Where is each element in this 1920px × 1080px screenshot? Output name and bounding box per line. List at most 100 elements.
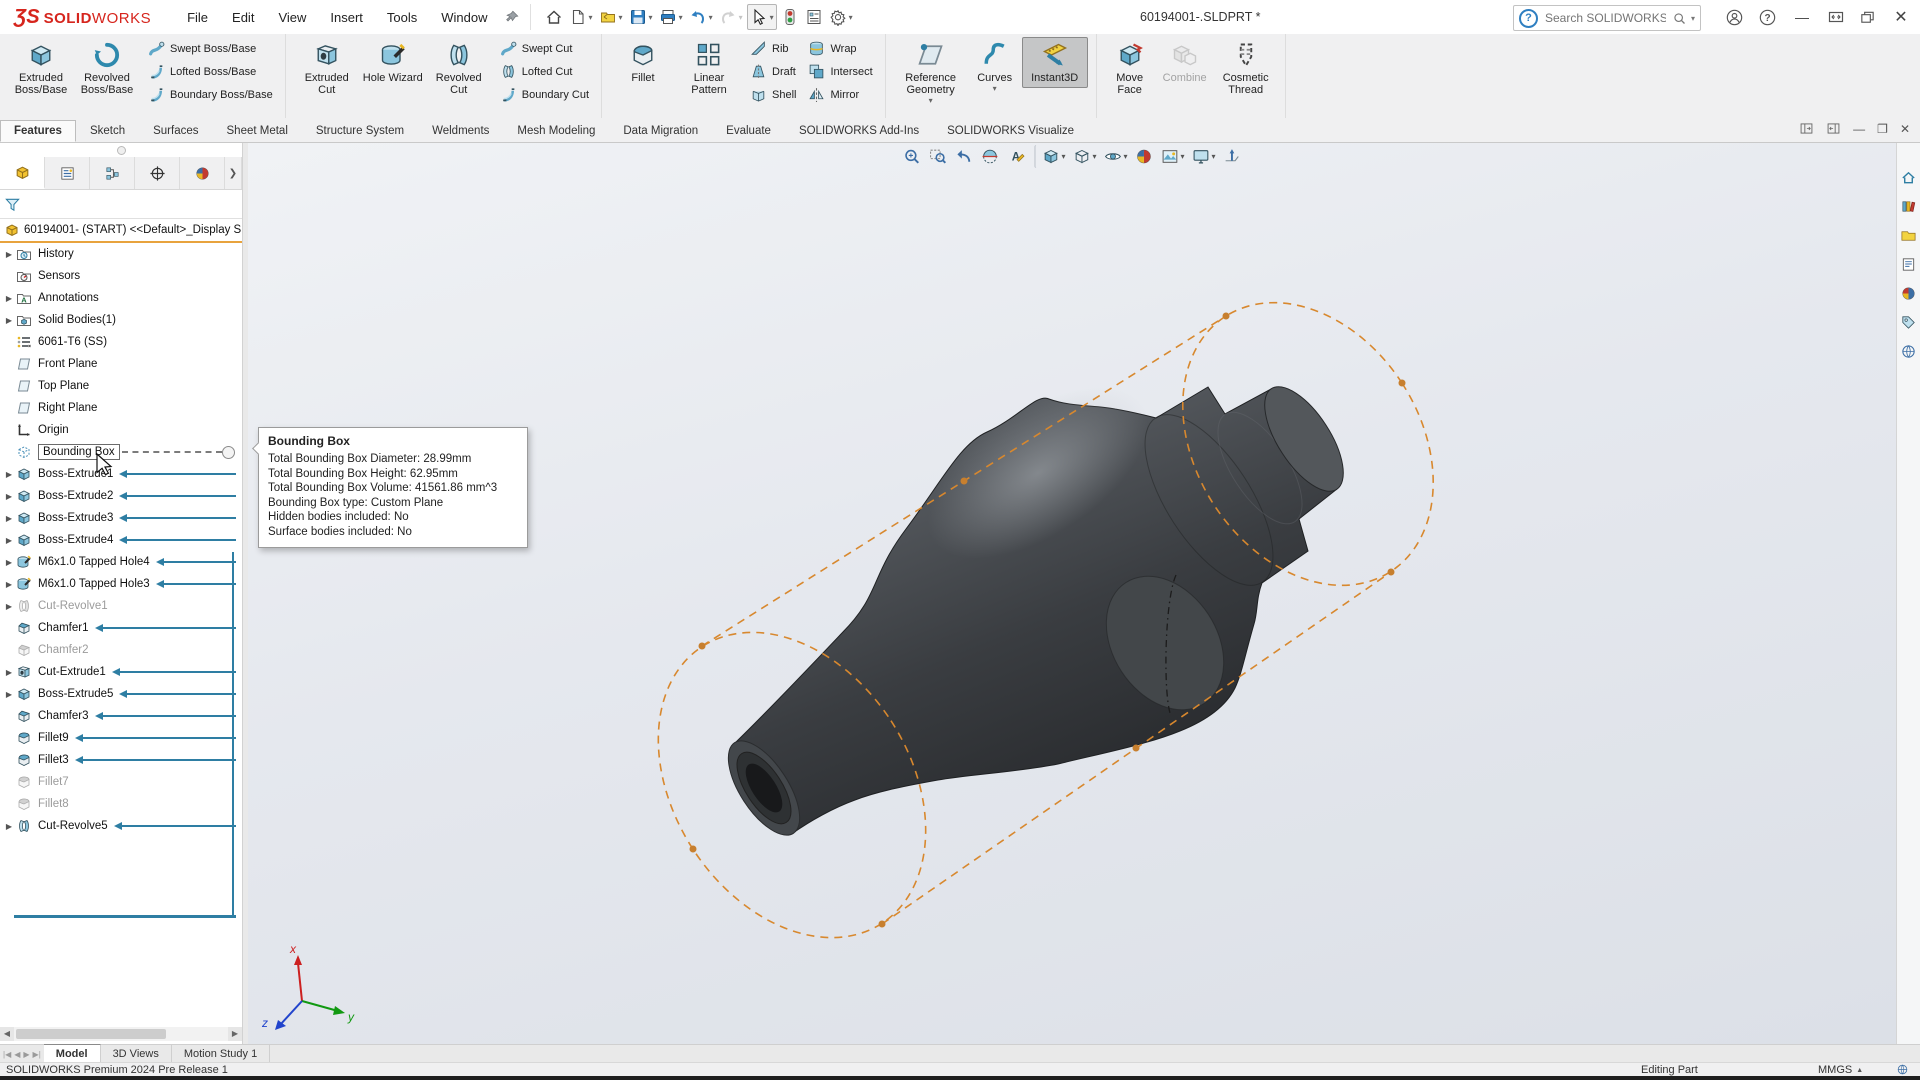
expand-arrow-icon[interactable]: ▶ [2,294,16,303]
open-button[interactable]: ▾ [597,5,625,29]
previous-view-button[interactable]: ▾ [951,145,976,168]
doc-tab-3d-views[interactable]: 3D Views [101,1045,172,1063]
display-style-button[interactable]: ▾ [1069,145,1099,168]
view-orientation-button[interactable]: ▾ [1034,145,1068,168]
expand-arrow-icon[interactable]: ▶ [2,668,16,677]
tree-item-top-plane[interactable]: ▶ Top Plane [0,375,242,397]
panel-tabs-overflow-chevron[interactable]: ❯ [225,157,242,189]
home-button[interactable] [543,5,565,29]
tree-item-front-plane[interactable]: ▶ Front Plane [0,353,242,375]
wrap-button[interactable]: Wrap [804,37,876,60]
zoom-to-area-button[interactable]: ▾ [925,145,950,168]
zoom-to-fit-button[interactable]: ▾ [899,145,924,168]
minimize-button[interactable]: — [1791,9,1813,25]
panel-horizontal-scrollbar[interactable]: ◀ ▶ [0,1027,242,1041]
dock-commandmanager-icon[interactable] [1799,121,1814,136]
property-manager-tab[interactable] [45,157,90,189]
appearances-scenes-icon[interactable] [1900,285,1917,302]
tree-item-cut-revolve5[interactable]: ▶ Cut-Revolve5 [0,815,242,837]
lofted-boss-base-button[interactable]: Lofted Boss/Base [144,60,277,83]
menu-insert[interactable]: Insert [318,4,375,31]
tab-sheet-metal[interactable]: Sheet Metal [213,120,302,142]
tree-item-history[interactable]: ▶ History [0,243,242,265]
move-face-button[interactable]: Move Face [1105,37,1155,100]
file-explorer-icon[interactable] [1900,227,1917,244]
tree-item-solid-bodies[interactable]: ▶ Solid Bodies(1) [0,309,242,331]
tab-surfaces[interactable]: Surfaces [139,120,212,142]
swept-boss-base-button[interactable]: Swept Boss/Base [144,37,277,60]
save-button[interactable]: ▾ [627,5,655,29]
span-displays-button[interactable] [1827,8,1845,26]
configuration-manager-tab[interactable] [90,157,135,189]
expand-arrow-icon[interactable]: ▶ [2,536,16,545]
tab-sketch[interactable]: Sketch [76,120,139,142]
menu-tools[interactable]: Tools [375,4,429,31]
tree-item-fillet3[interactable]: ▶ Fillet3 [0,749,242,771]
search-icon[interactable] [1672,11,1687,26]
file-properties-button[interactable] [803,5,825,29]
expand-arrow-icon[interactable]: ▶ [2,690,16,699]
doc-tab-model[interactable]: Model [44,1044,101,1063]
tree-item-fillet7[interactable]: ▶ Fillet7 [0,771,242,793]
tab-weldments[interactable]: Weldments [418,120,503,142]
tree-item-chamfer2[interactable]: ▶ Chamfer2 [0,639,242,661]
tree-item-boss-extrude4[interactable]: ▶ Boss-Extrude4 [0,529,242,551]
scroll-right-arrow[interactable]: ▶ [228,1027,242,1041]
search-input[interactable] [1543,10,1668,26]
next-tab-button[interactable]: ▶ [23,1050,29,1059]
document-restore-icon[interactable]: ❐ [1877,122,1888,136]
tab-mesh-modeling[interactable]: Mesh Modeling [503,120,609,142]
tree-item-cut-revolve1[interactable]: ▶ Cut-Revolve1 [0,595,242,617]
tree-filter-input[interactable] [21,194,238,214]
hole-wizard-button[interactable]: Hole Wizard [360,37,426,88]
fillet-button[interactable]: Fillet [610,37,676,88]
expand-arrow-icon[interactable]: ▶ [2,602,16,611]
design-library-icon[interactable] [1900,198,1917,215]
apply-scene-button[interactable]: ▾ [1158,145,1188,168]
expand-arrow-icon[interactable]: ▶ [2,580,16,589]
tree-root-item[interactable]: 60194001- (START) <<Default>_Display S [0,219,242,243]
revolved-cut-button[interactable]: Revolved Cut [426,37,492,100]
mirror-button[interactable]: Mirror [804,83,876,106]
help-menu-icon[interactable] [1758,8,1777,27]
freeze-bar[interactable] [14,915,236,918]
intersect-button[interactable]: Intersect [804,60,876,83]
instant3d-button[interactable]: Instant3D [1022,37,1088,88]
document-close-icon[interactable]: ✕ [1900,122,1910,136]
tree-item-fillet8[interactable]: ▶ Fillet8 [0,793,242,815]
revolved-boss-base-button[interactable]: Revolved Boss/Base [74,37,140,100]
units-selector[interactable]: MMGS▲ [1818,1064,1863,1076]
tree-item-origin[interactable]: ▶ Origin [0,419,242,441]
curves-button[interactable]: Curves▾ [968,37,1022,97]
search-dropdown-caret[interactable]: ▾ [1691,14,1695,23]
tree-item-material[interactable]: ▶ 6061-T6 (SS) [0,331,242,353]
solidworks-resources-icon[interactable] [1900,169,1917,186]
tree-item-sensors[interactable]: ▶ Sensors [0,265,242,287]
rib-button[interactable]: Rib [746,37,800,60]
pane-right-icon[interactable] [1826,121,1841,136]
lofted-cut-button[interactable]: Lofted Cut [496,60,593,83]
tree-item-chamfer3[interactable]: ▶ Chamfer3 [0,705,242,727]
filter-funnel-icon[interactable] [4,196,21,213]
tab-solidworks-visualize[interactable]: SOLIDWORKS Visualize [933,120,1088,142]
graphics-viewport[interactable]: x y z ▾ ▾ ▾ ▾ [248,143,1896,1044]
first-tab-button[interactable]: |◀ [3,1050,11,1059]
solidworks-forum-icon[interactable] [1900,343,1917,360]
tree-item-chamfer1[interactable]: ▶ Chamfer1 [0,617,242,639]
expand-arrow-icon[interactable]: ▶ [2,558,16,567]
doc-tab-motion-study-1[interactable]: Motion Study 1 [172,1045,270,1063]
tree-item-tapped-hole3[interactable]: ▶ M6x1.0 Tapped Hole3 [0,573,242,595]
options-button[interactable]: ▾ [827,5,855,29]
new-document-button[interactable]: ▾ [567,5,595,29]
menu-file[interactable]: File [175,4,220,31]
linear-pattern-button[interactable]: Linear Pattern [676,37,742,100]
tab-data-migration[interactable]: Data Migration [609,120,712,142]
expand-arrow-icon[interactable]: ▶ [2,316,16,325]
expand-arrow-icon[interactable]: ▶ [2,822,16,831]
print-button[interactable]: ▾ [657,5,685,29]
tree-item-boss-extrude1[interactable]: ▶ Boss-Extrude1 [0,463,242,485]
expand-arrow-icon[interactable]: ▶ [2,514,16,523]
tree-item-right-plane[interactable]: ▶ Right Plane [0,397,242,419]
swept-cut-button[interactable]: Swept Cut [496,37,593,60]
view-settings-button[interactable]: ▾ [1189,145,1219,168]
